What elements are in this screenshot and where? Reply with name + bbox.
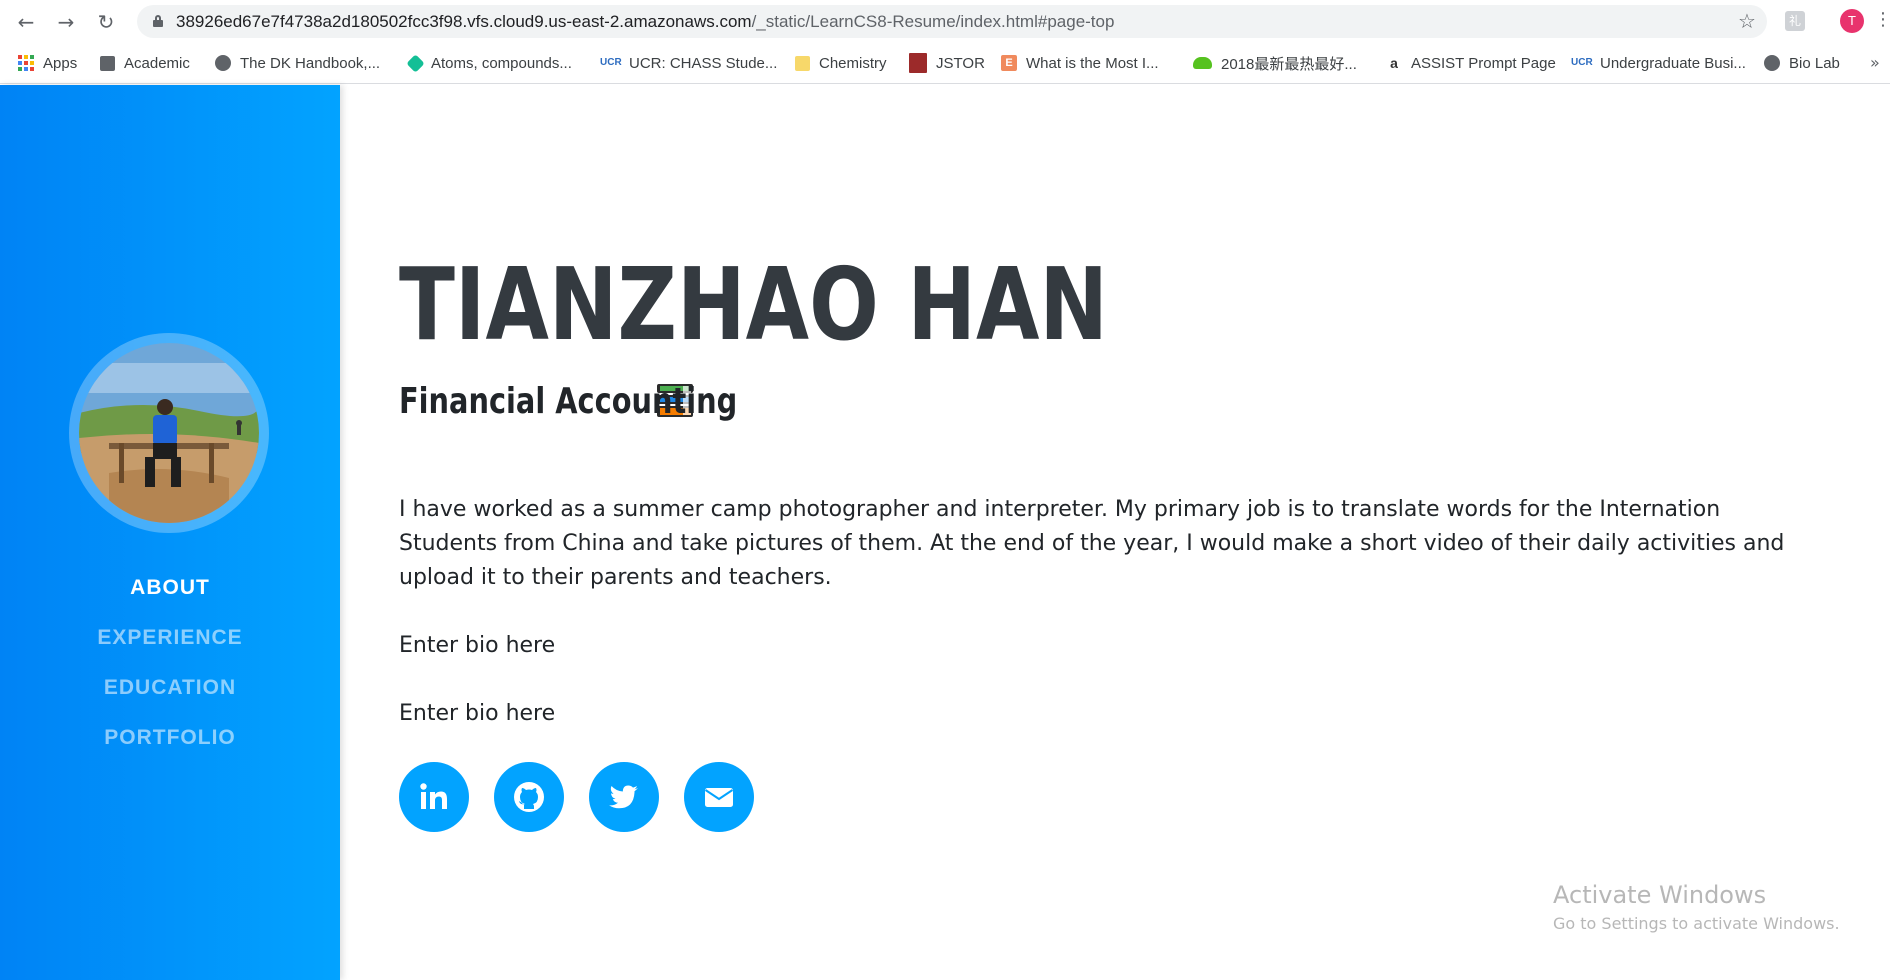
bookmark-label: Apps xyxy=(43,54,78,72)
social-links xyxy=(399,762,754,832)
subtitle-row: Financial Accounting xyxy=(399,380,738,422)
bio-paragraph: Enter bio here xyxy=(399,633,556,658)
bookmark-label: Bio Lab xyxy=(1789,54,1840,72)
bookmark-dk-handbook[interactable]: The DK Handbook,... xyxy=(215,43,380,83)
watermark-title: Activate Windows xyxy=(1553,881,1767,909)
menu-kebab-icon[interactable]: ⋮ xyxy=(1874,9,1890,30)
linkedin-icon xyxy=(420,783,447,809)
linkedin-button[interactable] xyxy=(399,762,469,832)
url-host: 38926ed67e7f4738a2d180502fcc3f98.vfs.clo… xyxy=(176,12,752,31)
khan-icon xyxy=(406,53,425,73)
bookmark-undergrad[interactable]: UCR Undergraduate Busi... xyxy=(1571,43,1746,83)
nav-link-portfolio[interactable]: PORTFOLIO xyxy=(0,713,340,763)
folder-icon xyxy=(795,55,810,71)
twitter-icon xyxy=(609,785,638,809)
ucr-icon: UCR xyxy=(1571,57,1593,68)
bookmarks-bar: Apps Academic The DK Handbook,... Atoms,… xyxy=(0,43,1890,84)
bookmark-star-icon[interactable]: ☆ xyxy=(1738,9,1756,33)
bookmark-label: UCR: CHASS Stude... xyxy=(629,54,778,72)
bookmark-ucr-chass[interactable]: UCR UCR: CHASS Stude... xyxy=(600,43,777,83)
bookmark-chemistry[interactable]: Chemistry xyxy=(795,43,887,83)
nav-link-education[interactable]: EDUCATION xyxy=(0,663,340,713)
e-icon: E xyxy=(1001,55,1017,71)
url-path: /_static/LearnCS8-Resume/index.html#page… xyxy=(751,12,1115,31)
profile-photo xyxy=(79,343,259,523)
github-icon xyxy=(514,782,544,812)
bookmark-assist[interactable]: a ASSIST Prompt Page xyxy=(1386,43,1556,83)
browser-toolbar: ← → ↻ 38926ed67e7f4738a2d180502fcc3f98.v… xyxy=(0,0,1890,43)
bookmark-2018[interactable]: 2018最新最热最好... xyxy=(1193,43,1357,83)
url-text[interactable]: 38926ed67e7f4738a2d180502fcc3f98.vfs.clo… xyxy=(176,5,1114,38)
bookmark-what-is[interactable]: E What is the Most I... xyxy=(1001,43,1159,83)
bookmark-jstor[interactable]: JSTOR xyxy=(909,43,985,83)
twitter-button[interactable] xyxy=(589,762,659,832)
address-bar[interactable]: 38926ed67e7f4738a2d180502fcc3f98.vfs.clo… xyxy=(137,5,1767,38)
bookmark-label: Atoms, compounds... xyxy=(431,54,572,72)
about-section: TIANZHAO HAN Financial Accounting I have… xyxy=(399,85,1819,980)
bookmark-bio-lab[interactable]: Bio Lab xyxy=(1764,43,1840,83)
bookmark-label: Undergraduate Busi... xyxy=(1600,54,1746,72)
bookmark-label: JSTOR xyxy=(936,54,985,72)
github-button[interactable] xyxy=(494,762,564,832)
subtitle: Financial Accounting xyxy=(399,380,738,422)
forward-arrow-icon[interactable]: → xyxy=(54,10,78,34)
frog-icon xyxy=(1193,57,1212,69)
sidebar: ABOUT EXPERIENCE EDUCATION PORTFOLIO xyxy=(0,85,340,980)
bookmark-label: The DK Handbook,... xyxy=(240,54,381,72)
bookmark-label: Academic xyxy=(124,54,190,72)
profile-photo-frame xyxy=(69,333,269,533)
bookmark-label: What is the Most I... xyxy=(1026,54,1159,72)
activate-windows-watermark: Activate Windows Go to Settings to activ… xyxy=(1553,880,1840,938)
side-navigation: ABOUT EXPERIENCE EDUCATION PORTFOLIO xyxy=(0,563,340,763)
nav-link-about[interactable]: ABOUT xyxy=(0,563,340,613)
page-title: TIANZHAO HAN xyxy=(399,246,1109,363)
profile-photo-image xyxy=(79,343,259,523)
bookmark-academic[interactable]: Academic xyxy=(100,43,190,83)
envelope-icon xyxy=(704,788,734,807)
bookmark-apps[interactable]: Apps xyxy=(18,43,77,83)
email-button[interactable] xyxy=(684,762,754,832)
ucr-icon: UCR xyxy=(600,57,622,68)
bookmark-label: Chemistry xyxy=(819,54,887,72)
assist-icon: a xyxy=(1390,55,1398,71)
bio-paragraph: I have worked as a summer camp photograp… xyxy=(399,497,1785,590)
bookmarks-overflow-icon[interactable]: » xyxy=(1870,53,1880,72)
extension-icon[interactable]: 礼 xyxy=(1785,11,1805,31)
globe-icon xyxy=(215,55,231,71)
bookmark-atoms[interactable]: Atoms, compounds... xyxy=(406,43,572,83)
bio-paragraph: Enter bio here xyxy=(399,701,556,726)
jstor-icon xyxy=(909,53,927,73)
back-arrow-icon[interactable]: ← xyxy=(14,10,38,34)
nav-link-experience[interactable]: EXPERIENCE xyxy=(0,613,340,663)
watermark-subtitle: Go to Settings to activate Windows. xyxy=(1553,914,1840,933)
folder-icon xyxy=(100,55,115,71)
reload-icon[interactable]: ↻ xyxy=(94,10,118,34)
profile-avatar[interactable]: T xyxy=(1840,9,1864,33)
globe-icon xyxy=(1764,55,1780,71)
bookmark-label: 2018最新最热最好... xyxy=(1221,55,1357,73)
bookmark-label: ASSIST Prompt Page xyxy=(1411,54,1556,72)
lock-icon xyxy=(153,15,163,27)
apps-grid-icon xyxy=(18,55,34,71)
